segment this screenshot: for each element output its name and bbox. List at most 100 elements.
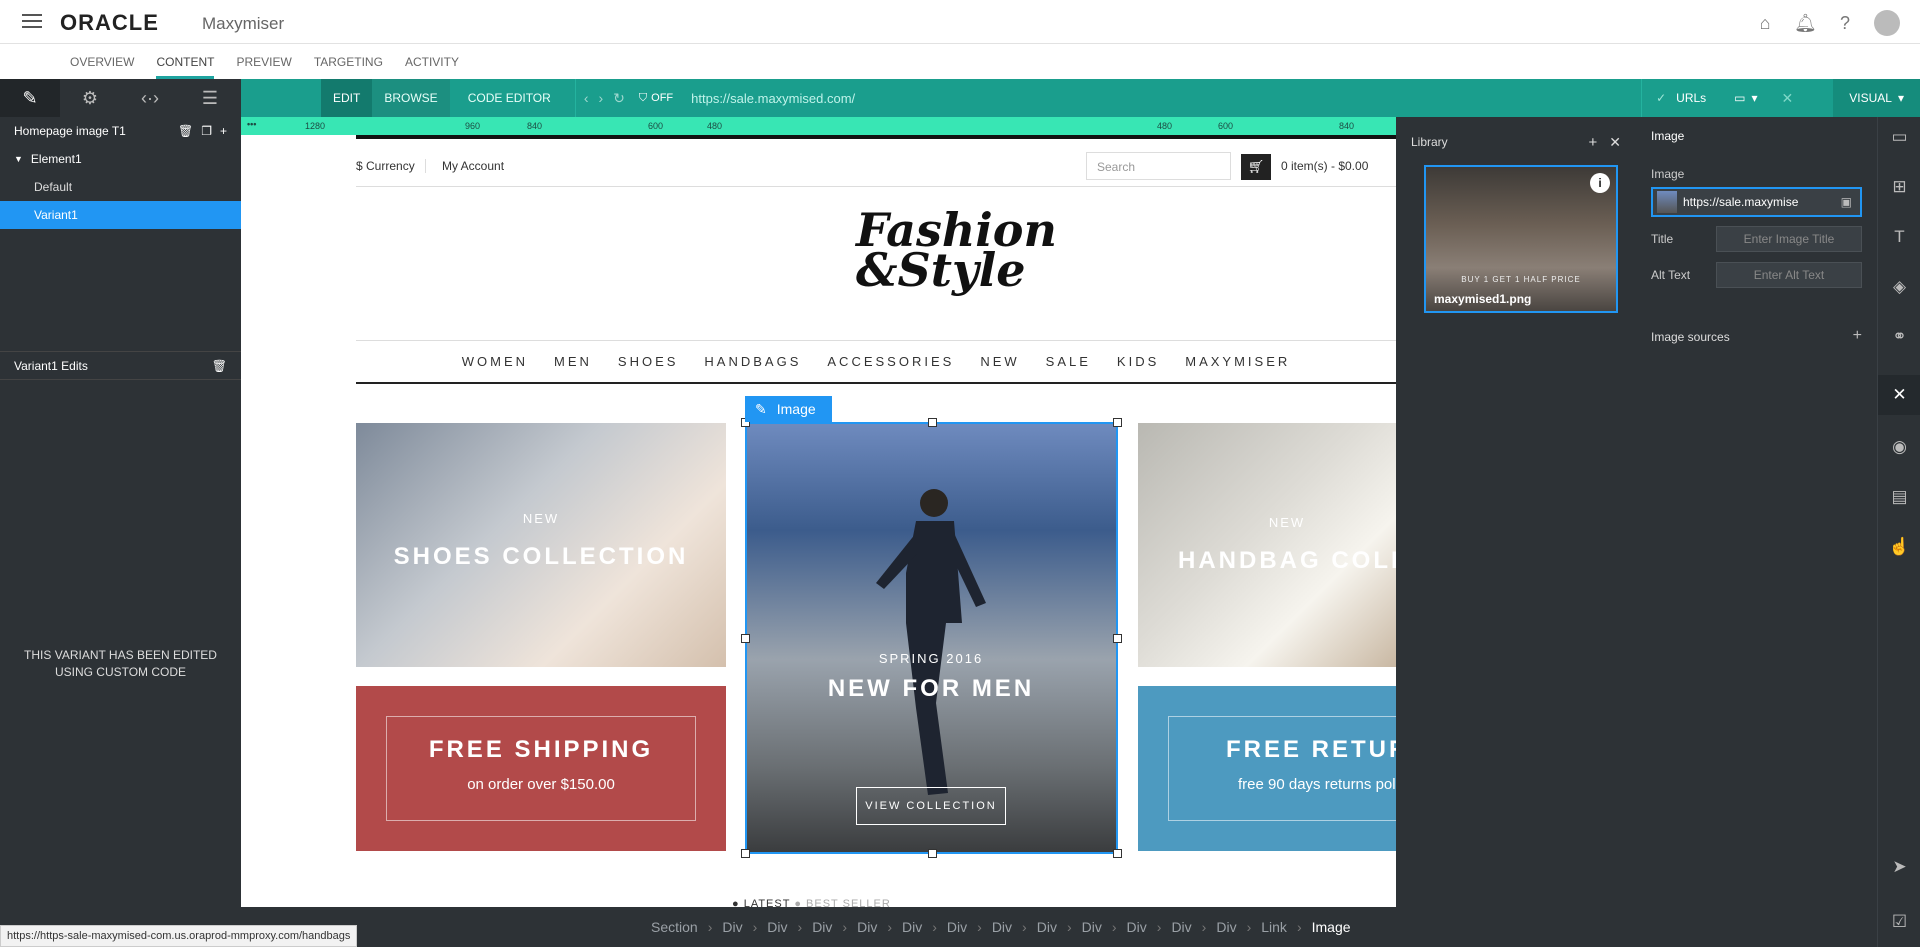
breadcrumb-item[interactable]: Div bbox=[712, 919, 752, 935]
tab-preview[interactable]: PREVIEW bbox=[236, 45, 291, 79]
breadcrumb-item[interactable]: Div bbox=[892, 919, 932, 935]
tab-overview[interactable]: OVERVIEW bbox=[70, 45, 134, 79]
breadcrumb-item[interactable]: Div bbox=[1206, 919, 1246, 935]
code-icon[interactable]: ‹·› bbox=[120, 79, 180, 117]
breadcrumb-item[interactable]: Link bbox=[1251, 919, 1297, 935]
currency-select[interactable]: $ Currency bbox=[356, 159, 426, 173]
trash-icon[interactable]: 🗑︎ bbox=[178, 124, 193, 138]
page-canvas[interactable]: $ Currency My Account Search 🛒︎ 0 item(s… bbox=[241, 135, 1396, 907]
site-nav-item[interactable]: SHOES bbox=[618, 354, 679, 369]
resize-handle[interactable] bbox=[1113, 634, 1122, 643]
browse-button[interactable]: BROWSE bbox=[372, 79, 450, 117]
account-menu[interactable]: My Account bbox=[442, 159, 504, 173]
selection-label[interactable]: ✎ Image bbox=[745, 396, 832, 422]
image-url-field[interactable]: https://sale.maxymise ▣ bbox=[1651, 187, 1862, 217]
library-image-card[interactable]: i BUY 1 GET 1 HALF PRICE maxymised1.png bbox=[1424, 165, 1618, 313]
breadcrumb-item[interactable]: Div bbox=[1072, 919, 1112, 935]
title-input[interactable]: Enter Image Title bbox=[1716, 226, 1862, 252]
browse-image-icon[interactable]: ▣ bbox=[1841, 195, 1852, 209]
site-nav-item[interactable]: KIDS bbox=[1117, 354, 1159, 369]
element-item[interactable]: ▼ Element1 bbox=[0, 145, 241, 173]
site-nav-item[interactable]: ACCESSORIES bbox=[827, 354, 954, 369]
forward-icon[interactable]: › bbox=[598, 90, 603, 106]
info-icon[interactable]: i bbox=[1590, 173, 1610, 193]
site-search-input[interactable]: Search bbox=[1086, 152, 1231, 180]
add-element-icon[interactable]: ⊞ bbox=[1878, 167, 1920, 207]
handbag-collection-tile[interactable]: NEW HANDBAG COLLE bbox=[1138, 423, 1396, 667]
variant-variant1[interactable]: Variant1 bbox=[0, 201, 241, 229]
refresh-icon[interactable]: ↻ bbox=[613, 90, 625, 107]
site-nav-item[interactable]: SALE bbox=[1046, 354, 1091, 369]
home-icon[interactable]: ⌂ bbox=[1754, 12, 1776, 34]
bell-icon[interactable]: 🔔︎ bbox=[1794, 12, 1817, 34]
breadcrumb-item[interactable]: Div bbox=[1117, 919, 1157, 935]
breadcrumb-item[interactable]: Div bbox=[937, 919, 977, 935]
text-size-icon[interactable]: T bbox=[1878, 217, 1920, 257]
eye-icon[interactable]: ◉ bbox=[1878, 427, 1920, 467]
breadcrumb-item[interactable]: Div bbox=[802, 919, 842, 935]
alt-text-input[interactable]: Enter Alt Text bbox=[1716, 262, 1862, 288]
resize-handle[interactable] bbox=[741, 634, 750, 643]
close-icon[interactable]: ✕ bbox=[1609, 134, 1621, 151]
breadcrumb-item[interactable]: Div bbox=[847, 919, 887, 935]
close-icon[interactable]: ✕ bbox=[1878, 375, 1920, 415]
sort-icon[interactable]: ☰ bbox=[180, 79, 240, 117]
duplicate-icon[interactable]: ❐ bbox=[201, 124, 212, 138]
site-nav-item[interactable]: HANDBAGS bbox=[704, 354, 801, 369]
send-icon[interactable]: ➤ bbox=[1878, 847, 1920, 887]
breadcrumb-item[interactable]: Div bbox=[1027, 919, 1067, 935]
resize-handle[interactable] bbox=[741, 849, 750, 858]
avatar[interactable] bbox=[1874, 10, 1900, 36]
visual-mode-select[interactable]: VISUAL ▾ bbox=[1833, 79, 1920, 117]
close-icon[interactable]: ✕ bbox=[1772, 90, 1804, 107]
checkbox-icon[interactable]: ☑ bbox=[1878, 902, 1920, 942]
ruler-menu-icon[interactable]: ••• bbox=[247, 119, 256, 129]
edit-button[interactable]: EDIT bbox=[321, 79, 373, 117]
help-icon[interactable]: ? bbox=[1834, 12, 1856, 34]
free-shipping-tile[interactable]: FREE SHIPPING on order over $150.00 bbox=[356, 686, 726, 851]
resize-handle[interactable] bbox=[928, 849, 937, 858]
link-icon[interactable]: ⚭ bbox=[1878, 317, 1920, 357]
site-nav-item[interactable]: NEW bbox=[980, 354, 1019, 369]
ruler-icon[interactable]: ▤ bbox=[1878, 477, 1920, 517]
add-icon[interactable]: + bbox=[220, 124, 227, 138]
site-nav-item[interactable]: MEN bbox=[554, 354, 592, 369]
trash-icon[interactable]: 🗑︎ bbox=[212, 359, 227, 373]
shield-toggle[interactable]: ⛉ OFF bbox=[639, 92, 673, 105]
tab-best-seller[interactable]: BEST SELLER bbox=[806, 898, 891, 907]
cart-icon[interactable]: 🛒︎ bbox=[1241, 154, 1271, 180]
tab-content[interactable]: CONTENT bbox=[156, 45, 215, 79]
touch-icon[interactable]: ☝ bbox=[1878, 527, 1920, 567]
pencil-icon[interactable]: ✎ bbox=[0, 79, 60, 117]
ruler-mark: 480 bbox=[707, 121, 723, 131]
urls-button[interactable]: ✓ URLs bbox=[1641, 79, 1720, 117]
variant-default[interactable]: Default bbox=[0, 173, 241, 201]
breadcrumb-item[interactable]: Div bbox=[757, 919, 797, 935]
breadcrumb-current[interactable]: Image bbox=[1302, 919, 1361, 935]
add-icon[interactable]: + bbox=[1589, 134, 1598, 151]
device-selector[interactable]: ▭ ▾ bbox=[1720, 79, 1771, 117]
shoes-collection-tile[interactable]: NEW SHOES COLLECTION bbox=[356, 423, 726, 667]
resize-handle[interactable] bbox=[1113, 849, 1122, 858]
site-nav-item[interactable]: MAXYMISER bbox=[1185, 354, 1290, 369]
cart-summary[interactable]: 0 item(s) - $0.00 bbox=[1281, 159, 1368, 173]
resize-handle[interactable] bbox=[928, 418, 937, 427]
add-icon[interactable]: + bbox=[1853, 327, 1862, 345]
tab-activity[interactable]: ACTIVITY bbox=[405, 45, 459, 79]
tab-latest[interactable]: LATEST bbox=[744, 898, 791, 907]
paint-bucket-icon[interactable]: ◈ bbox=[1878, 267, 1920, 307]
folder-icon[interactable]: ▭ bbox=[1878, 117, 1920, 157]
site-nav-item[interactable]: WOMEN bbox=[462, 354, 528, 369]
breadcrumb-item[interactable]: Div bbox=[982, 919, 1022, 935]
site-logo[interactable]: Fashion &Style bbox=[856, 207, 1057, 293]
url-field[interactable]: https://sale.maxymised.com/ bbox=[691, 91, 1541, 106]
style-icon[interactable]: ⚙ bbox=[60, 79, 120, 117]
resize-handle[interactable] bbox=[1113, 418, 1122, 427]
menu-icon[interactable] bbox=[22, 14, 42, 28]
breadcrumb-item[interactable]: Section bbox=[641, 919, 708, 935]
free-returns-tile[interactable]: FREE RETURN free 90 days returns polic bbox=[1138, 686, 1396, 851]
code-editor-button[interactable]: CODE EDITOR bbox=[456, 79, 563, 117]
tab-targeting[interactable]: TARGETING bbox=[314, 45, 383, 79]
breadcrumb-item[interactable]: Div bbox=[1161, 919, 1201, 935]
back-icon[interactable]: ‹ bbox=[584, 90, 589, 106]
